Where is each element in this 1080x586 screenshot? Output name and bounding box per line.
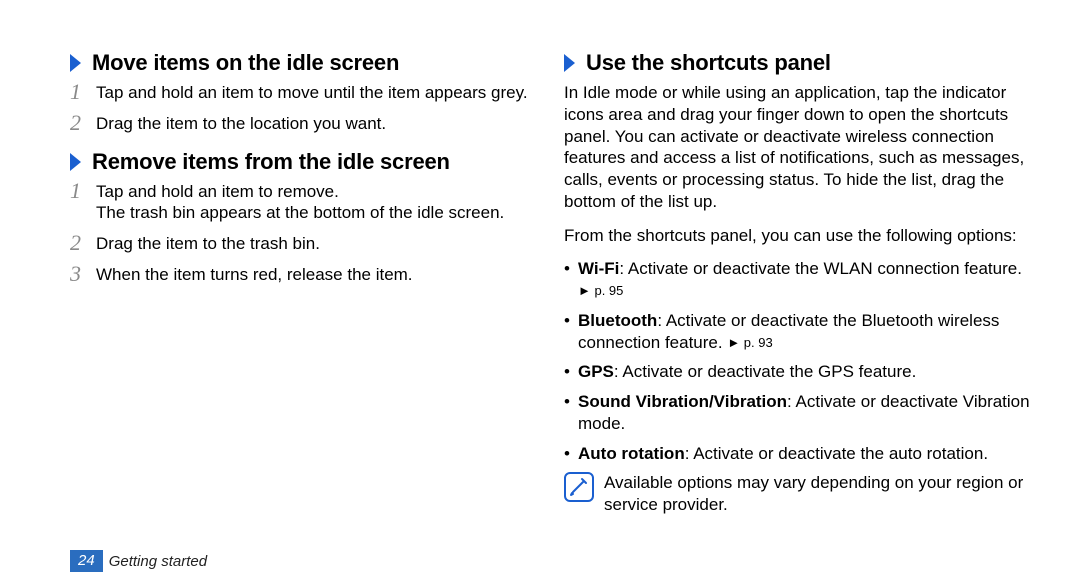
list-item: • Wi-Fi: Activate or deactivate the WLAN…	[564, 258, 1030, 302]
option-name: Sound Vibration/Vibration	[578, 392, 787, 411]
chapter-name: Getting started	[109, 553, 207, 570]
bullet-icon: •	[564, 391, 578, 413]
step-line1: Tap and hold an item to remove.	[96, 182, 339, 201]
step-item: 1 Tap and hold an item to move until the…	[70, 82, 536, 103]
note-icon	[564, 472, 594, 502]
option-desc: : Activate or deactivate the GPS feature…	[614, 362, 916, 381]
note-text: Available options may vary depending on …	[604, 472, 1030, 516]
section-heading-remove-items: Remove items from the idle screen	[70, 149, 536, 175]
list-item: • Auto rotation: Activate or deactivate …	[564, 443, 1030, 465]
step-number: 1	[70, 180, 96, 202]
step-item: 1 Tap and hold an item to remove. The tr…	[70, 181, 536, 224]
list-text: Wi-Fi: Activate or deactivate the WLAN c…	[578, 258, 1030, 302]
intro-paragraph: In Idle mode or while using an applicati…	[564, 82, 1030, 213]
step-text: Tap and hold an item to move until the i…	[96, 82, 528, 103]
chevron-right-icon	[70, 54, 84, 72]
list-text: Auto rotation: Activate or deactivate th…	[578, 443, 988, 465]
list-text: Bluetooth: Activate or deactivate the Bl…	[578, 310, 1030, 354]
right-column: Use the shortcuts panel In Idle mode or …	[564, 50, 1030, 516]
steps-list-move: 1 Tap and hold an item to move until the…	[70, 82, 536, 135]
two-column-layout: Move items on the idle screen 1 Tap and …	[70, 50, 1030, 516]
step-text: When the item turns red, release the ite…	[96, 264, 413, 285]
step-number: 3	[70, 263, 96, 285]
chevron-right-icon	[564, 54, 578, 72]
page-ref: ► p. 95	[578, 283, 623, 300]
option-desc: : Activate or deactivate the WLAN connec…	[619, 259, 1022, 278]
bullet-icon: •	[564, 310, 578, 332]
step-text: Drag the item to the location you want.	[96, 113, 386, 134]
option-name: Wi-Fi	[578, 259, 619, 278]
heading-text: Remove items from the idle screen	[92, 149, 450, 175]
left-column: Move items on the idle screen 1 Tap and …	[70, 50, 536, 516]
option-name: Bluetooth	[578, 311, 657, 330]
page-footer: 24 Getting started	[70, 550, 207, 572]
step-text: Tap and hold an item to remove. The tras…	[96, 181, 504, 224]
bullet-icon: •	[564, 361, 578, 383]
step-number: 1	[70, 81, 96, 103]
section-heading-move-items: Move items on the idle screen	[70, 50, 536, 76]
list-item: • GPS: Activate or deactivate the GPS fe…	[564, 361, 1030, 383]
list-item: • Bluetooth: Activate or deactivate the …	[564, 310, 1030, 354]
options-bullet-list: • Wi-Fi: Activate or deactivate the WLAN…	[564, 258, 1030, 464]
list-text: Sound Vibration/Vibration: Activate or d…	[578, 391, 1030, 435]
bullet-icon: •	[564, 258, 578, 280]
heading-text: Move items on the idle screen	[92, 50, 399, 76]
option-name: GPS	[578, 362, 614, 381]
page-ref: ► p. 93	[727, 335, 772, 352]
page-number-badge: 24	[70, 550, 103, 572]
heading-text: Use the shortcuts panel	[586, 50, 831, 76]
step-number: 2	[70, 232, 96, 254]
section-heading-shortcuts: Use the shortcuts panel	[564, 50, 1030, 76]
list-text: GPS: Activate or deactivate the GPS feat…	[578, 361, 916, 383]
note-block: Available options may vary depending on …	[564, 472, 1030, 516]
step-item: 2 Drag the item to the trash bin.	[70, 233, 536, 254]
step-item: 2 Drag the item to the location you want…	[70, 113, 536, 134]
manual-page: Move items on the idle screen 1 Tap and …	[0, 0, 1080, 586]
step-item: 3 When the item turns red, release the i…	[70, 264, 536, 285]
steps-list-remove: 1 Tap and hold an item to remove. The tr…	[70, 181, 536, 286]
step-line2: The trash bin appears at the bottom of t…	[96, 203, 504, 222]
bullet-icon: •	[564, 443, 578, 465]
chevron-right-icon	[70, 153, 84, 171]
option-name: Auto rotation	[578, 444, 685, 463]
list-item: • Sound Vibration/Vibration: Activate or…	[564, 391, 1030, 435]
step-number: 2	[70, 112, 96, 134]
lead-paragraph: From the shortcuts panel, you can use th…	[564, 225, 1030, 247]
step-text: Drag the item to the trash bin.	[96, 233, 320, 254]
option-desc: : Activate or deactivate the auto rotati…	[685, 444, 988, 463]
